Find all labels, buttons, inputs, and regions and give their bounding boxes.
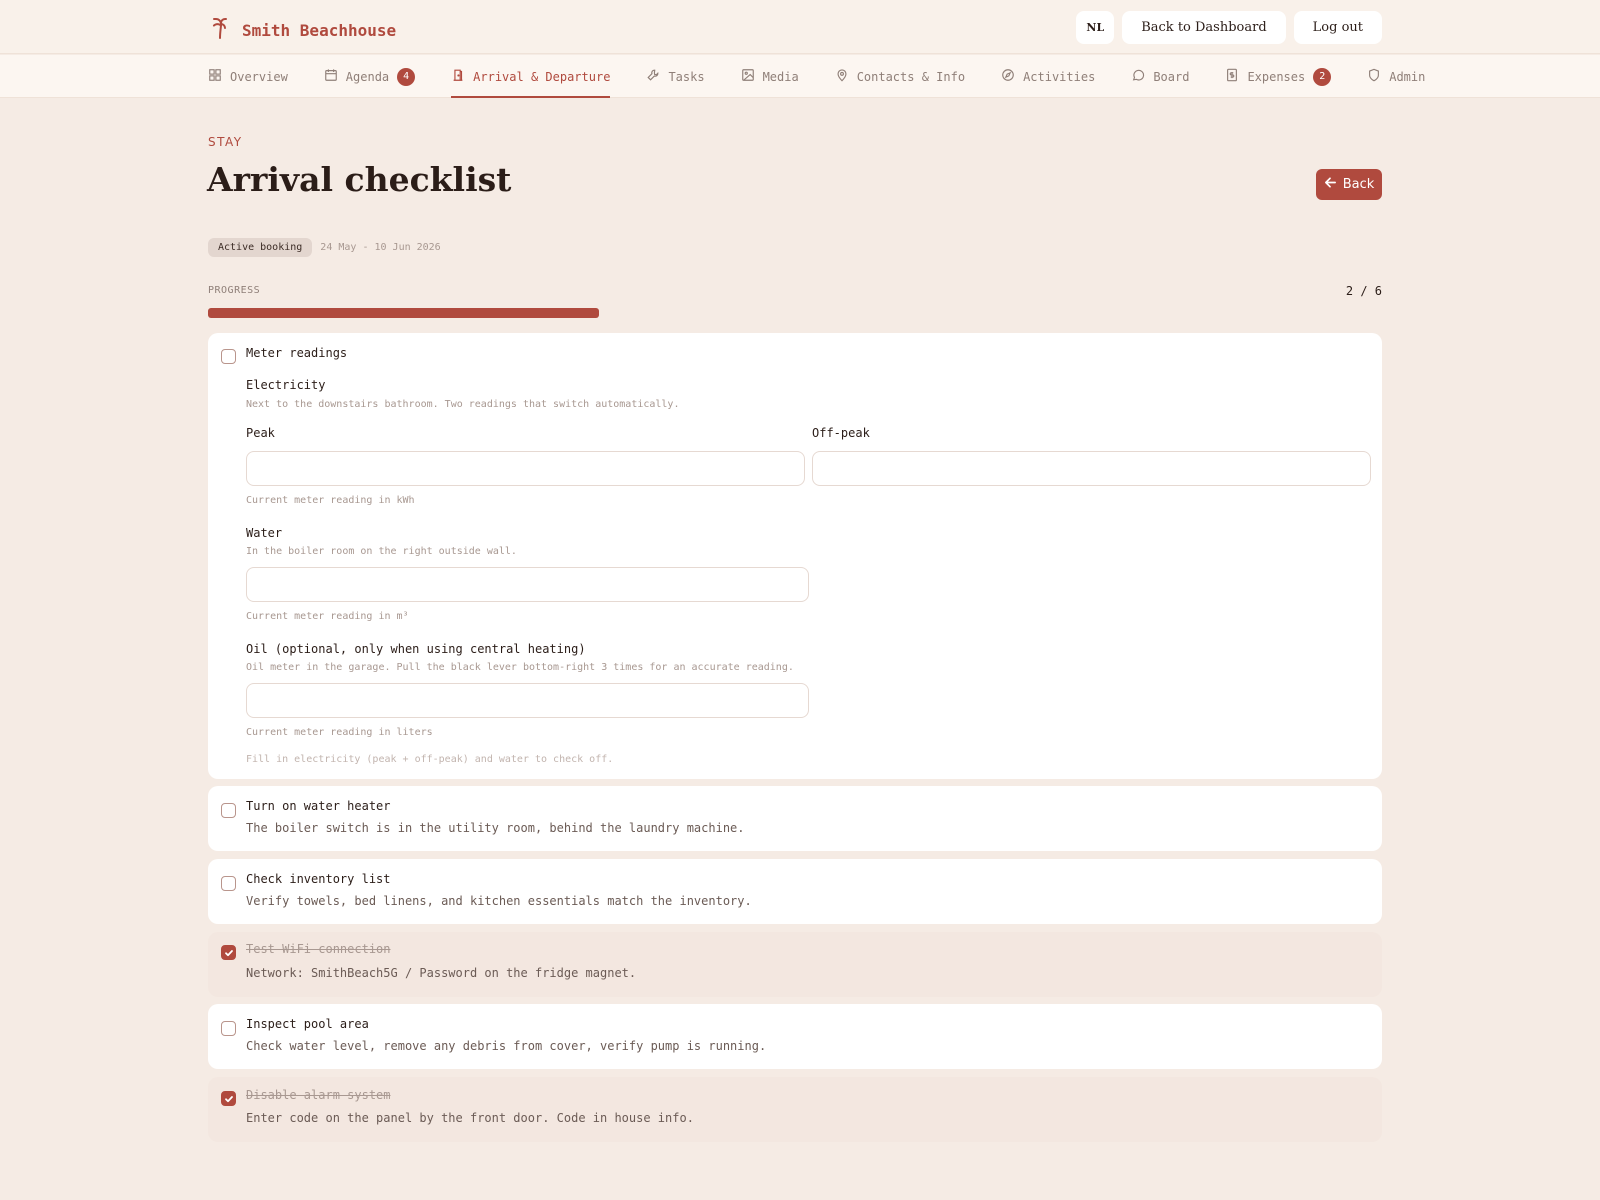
item-title: Meter readings [246, 346, 348, 360]
offpeak-label: Off-peak [812, 426, 870, 440]
image-icon [741, 68, 755, 85]
status-badge: Active booking [208, 238, 313, 257]
tab-arrival-departure[interactable]: Arrival & Departure [451, 55, 611, 98]
checkbox[interactable] [221, 803, 236, 818]
tab-label: Admin [1389, 69, 1426, 84]
top-bar: Smith Beachhouse NL Back to Dashboard Lo… [0, 0, 1600, 54]
checkbox[interactable] [221, 349, 236, 364]
arrow-left-icon [1324, 176, 1337, 193]
shield-icon [1367, 68, 1381, 85]
offpeak-reading-input[interactable] [812, 451, 1371, 486]
tab-label: Expenses [1247, 69, 1306, 84]
page-title: Arrival checklist [207, 160, 512, 199]
checklist-item: Turn on water heater The boiler switch i… [208, 786, 1382, 851]
checklist-item: Check inventory list Verify towels, bed … [208, 859, 1382, 924]
oil-unit-hint: Current meter reading in liters [246, 727, 433, 738]
tab-label: Overview [230, 69, 288, 84]
booking-info: Active booking 24 May - 10 Jun 2026 [208, 238, 441, 257]
grid-icon [208, 68, 222, 85]
item-title: Turn on water heater [246, 799, 391, 813]
peak-label: Peak [246, 426, 275, 440]
item-title: Check inventory list [246, 872, 391, 886]
tab-activities[interactable]: Activities [1001, 55, 1095, 98]
peak-reading-input[interactable] [246, 451, 805, 486]
progress-label: PROGRESS [208, 285, 261, 296]
map-pin-icon [835, 68, 849, 85]
agenda-count-badge: 4 [397, 67, 416, 86]
tab-label: Media [762, 69, 799, 84]
tab-label: Board [1153, 69, 1190, 84]
tab-overview[interactable]: Overview [208, 55, 288, 98]
checkbox-checked[interactable] [221, 1091, 236, 1106]
progress-bar [208, 308, 1382, 318]
water-hint: In the boiler room on the right outside … [246, 546, 517, 557]
tab-label: Agenda [345, 69, 390, 84]
progress-bar-fill [208, 308, 599, 318]
item-description: Enter code on the panel by the front doo… [246, 1111, 694, 1125]
item-description: Verify towels, bed linens, and kitchen e… [246, 894, 752, 908]
item-title: Disable alarm system [246, 1088, 391, 1102]
checklist-item: Inspect pool area Check water level, rem… [208, 1004, 1382, 1069]
meter-footnote: Fill in electricity (peak + off-peak) an… [246, 754, 614, 765]
wrench-icon [646, 68, 660, 85]
compass-icon [1001, 68, 1015, 85]
tab-admin[interactable]: Admin [1367, 55, 1425, 98]
checklist-item-completed: Disable alarm system Enter code on the p… [208, 1077, 1382, 1142]
tab-contacts-info[interactable]: Contacts & Info [835, 55, 965, 98]
item-description: The boiler switch is in the utility room… [246, 821, 745, 835]
checkbox[interactable] [221, 876, 236, 891]
back-to-dashboard-button[interactable]: Back to Dashboard [1122, 11, 1286, 44]
checkbox-checked[interactable] [221, 945, 236, 960]
palm-tree-icon [208, 16, 232, 44]
item-description: Check water level, remove any debris fro… [246, 1039, 767, 1053]
checklist-item-completed: Test WiFi connection Network: SmithBeach… [208, 932, 1382, 997]
tab-label: Activities [1023, 69, 1096, 84]
item-description: Network: SmithBeach5G / Password on the … [246, 966, 637, 980]
checklist-item-meter-readings: Meter readings Electricity Next to the d… [208, 333, 1382, 779]
door-icon [451, 68, 465, 85]
tab-expenses[interactable]: Expenses 2 [1225, 55, 1332, 98]
logout-button[interactable]: Log out [1293, 11, 1382, 44]
tab-tasks[interactable]: Tasks [646, 55, 705, 98]
tab-bar: Overview Agenda 4 Arrival & Departure Ta… [0, 55, 1600, 98]
checkmark-icon [224, 1089, 234, 1108]
oil-hint: Oil meter in the garage. Pull the black … [246, 662, 794, 673]
electricity-unit-hint: Current meter reading in kWh [246, 495, 415, 506]
section-eyebrow: STAY [208, 135, 243, 149]
receipt-icon [1225, 68, 1239, 85]
back-button[interactable]: Back [1316, 169, 1382, 200]
booking-dates: 24 May - 10 Jun 2026 [320, 242, 441, 253]
electricity-title: Electricity [246, 378, 326, 392]
expenses-count-badge: 2 [1313, 67, 1332, 86]
tab-agenda[interactable]: Agenda 4 [324, 55, 416, 98]
tab-label: Tasks [668, 69, 705, 84]
tab-label: Arrival & Departure [473, 69, 611, 84]
tab-board[interactable]: Board [1131, 55, 1189, 98]
checkbox[interactable] [221, 1021, 236, 1036]
calendar-icon [324, 68, 338, 85]
brand[interactable]: Smith Beachhouse [208, 16, 396, 44]
oil-title: Oil (optional, only when using central h… [246, 642, 586, 656]
tab-media[interactable]: Media [741, 55, 799, 98]
brand-name: Smith Beachhouse [242, 20, 397, 40]
checkmark-icon [224, 943, 234, 962]
item-title: Inspect pool area [246, 1017, 369, 1031]
water-reading-input[interactable] [246, 567, 809, 602]
water-title: Water [246, 526, 283, 540]
water-unit-hint: Current meter reading in m³ [246, 611, 409, 622]
chat-bubble-icon [1131, 68, 1145, 85]
language-toggle-button[interactable]: NL [1076, 11, 1115, 44]
item-title: Test WiFi connection [246, 942, 391, 956]
progress-count: 2 / 6 [1345, 284, 1382, 298]
electricity-hint: Next to the downstairs bathroom. Two rea… [246, 399, 680, 410]
back-button-label: Back [1342, 177, 1375, 192]
tab-label: Contacts & Info [856, 69, 966, 84]
oil-reading-input[interactable] [246, 683, 809, 718]
